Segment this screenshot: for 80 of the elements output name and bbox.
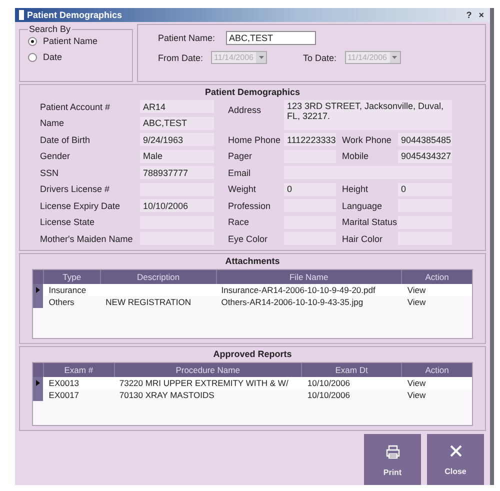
field-label: Language — [342, 200, 384, 211]
field-label: Home Phone — [228, 134, 282, 145]
field-label: Marital Status — [342, 217, 398, 228]
field-value: Male — [140, 150, 214, 163]
view-link[interactable]: View — [401, 296, 472, 306]
field-label: Address — [228, 104, 262, 115]
field-label: Race — [228, 217, 250, 228]
patient-name-field[interactable]: ABC,TEST — [226, 31, 316, 45]
view-link[interactable]: View — [401, 284, 472, 294]
grid-row[interactable]: Others NEW REGISTRATION Others-AR14-2006-10-10-9-43-35.jpg View — [33, 296, 472, 308]
field-label: Height — [342, 184, 370, 194]
help-button[interactable]: ? — [464, 10, 474, 20]
field-label: Eye Color — [228, 234, 269, 244]
field-label: Hair Color — [342, 234, 384, 244]
field-label: Date of Birth — [40, 134, 92, 145]
table-cell-text: EX0017 — [48, 390, 80, 400]
window-icon — [19, 10, 24, 20]
radio-button[interactable] — [28, 52, 37, 62]
table-cell-text: NEW REGISTRATION — [104, 296, 192, 306]
print-button[interactable]: Print — [364, 434, 421, 485]
field-value: 10/10/2006 — [140, 199, 214, 212]
field-label: Email — [228, 168, 252, 178]
table-cell-text: EX0013 — [48, 378, 80, 388]
printer-icon — [386, 444, 400, 458]
field-value: 788937777 — [140, 166, 214, 180]
grid-row[interactable]: Insurance Insurance-AR14-2006-10-10-9-49-20.pdf View — [33, 284, 472, 296]
date-label: From Date: — [158, 52, 204, 62]
table-cell-text: Insurance-AR14-2006-10-10-9-49-20.pdf — [220, 284, 376, 294]
address-value: 123 3RD STREET, Jacksonville, Duval, FL, 32217. — [284, 100, 452, 130]
field-label: Work Phone — [342, 134, 392, 145]
close-button[interactable]: Close — [427, 434, 484, 485]
field-value: 9044385485 — [398, 133, 452, 146]
table-cell-text: 73220 MRI UPPER EXTREMITY WITH & W/ — [118, 378, 290, 388]
row-selector[interactable] — [33, 284, 43, 296]
grid-row[interactable]: EX0013 73220 MRI UPPER EXTREMITY WITH & W/ 10/10/2006 View — [33, 376, 472, 388]
grid-row[interactable]: EX0017 70130 XRAY MASTOIDS 10/10/2006 View — [33, 388, 472, 400]
table-cell-text: 10/10/2006 — [306, 390, 351, 400]
field-value: 9045434327 — [398, 150, 452, 163]
window-title: Patient Demographics — [27, 10, 124, 20]
field-label: Patient Account # — [40, 102, 112, 112]
section-title: Approved Reports — [212, 348, 293, 358]
field-label: License State — [40, 217, 96, 228]
radio-button[interactable] — [28, 36, 37, 46]
view-link[interactable]: View — [401, 378, 472, 388]
field-value: 1112223333 — [284, 133, 336, 146]
field-label: Weight — [228, 184, 257, 194]
table-cell-text: Others-AR14-2006-10-10-9-43-35.jpg — [220, 296, 364, 306]
field-label: Mobile — [342, 151, 370, 162]
current-row-icon — [36, 380, 40, 386]
field-value: 9/24/1963 — [140, 133, 214, 146]
table-cell-text: 10/10/2006 — [306, 378, 351, 388]
table-cell-text: Others — [48, 296, 76, 306]
group-label: Search By — [28, 24, 72, 34]
view-link[interactable]: View — [401, 390, 472, 400]
dropdown-caret-icon — [392, 56, 398, 59]
dropdown-caret-icon — [258, 56, 264, 59]
field-label: Mother's Maiden Name — [40, 234, 134, 244]
field-value: AR14 — [140, 100, 214, 114]
close-icon — [450, 445, 462, 457]
field-value: 0 — [284, 182, 336, 196]
field-label: Patient Name: — [158, 33, 216, 43]
close-button[interactable]: × — [476, 10, 486, 20]
field-label: Pager — [228, 151, 254, 162]
field-label: License Expiry Date — [40, 200, 122, 211]
field-label: SSN — [40, 168, 60, 178]
table-cell-text: 70130 XRAY MASTOIDS — [118, 390, 216, 400]
field-label: Name — [40, 118, 66, 128]
date-label: To Date: — [303, 52, 337, 62]
current-row-icon — [36, 286, 40, 292]
field-label: Drivers License # — [40, 184, 111, 194]
field-label: Gender — [40, 151, 72, 162]
field-value: ABC,TEST — [140, 116, 214, 130]
row-selector[interactable] — [33, 376, 43, 388]
field-value: 0 — [398, 182, 452, 196]
radio-option[interactable]: Date — [28, 52, 124, 62]
section-title: Attachments — [224, 256, 281, 266]
radio-option[interactable]: Patient Name — [28, 36, 124, 46]
section-title: Patient Demographics — [204, 87, 302, 97]
table-cell-text: Insurance — [48, 284, 88, 294]
field-label: Profession — [228, 200, 272, 211]
